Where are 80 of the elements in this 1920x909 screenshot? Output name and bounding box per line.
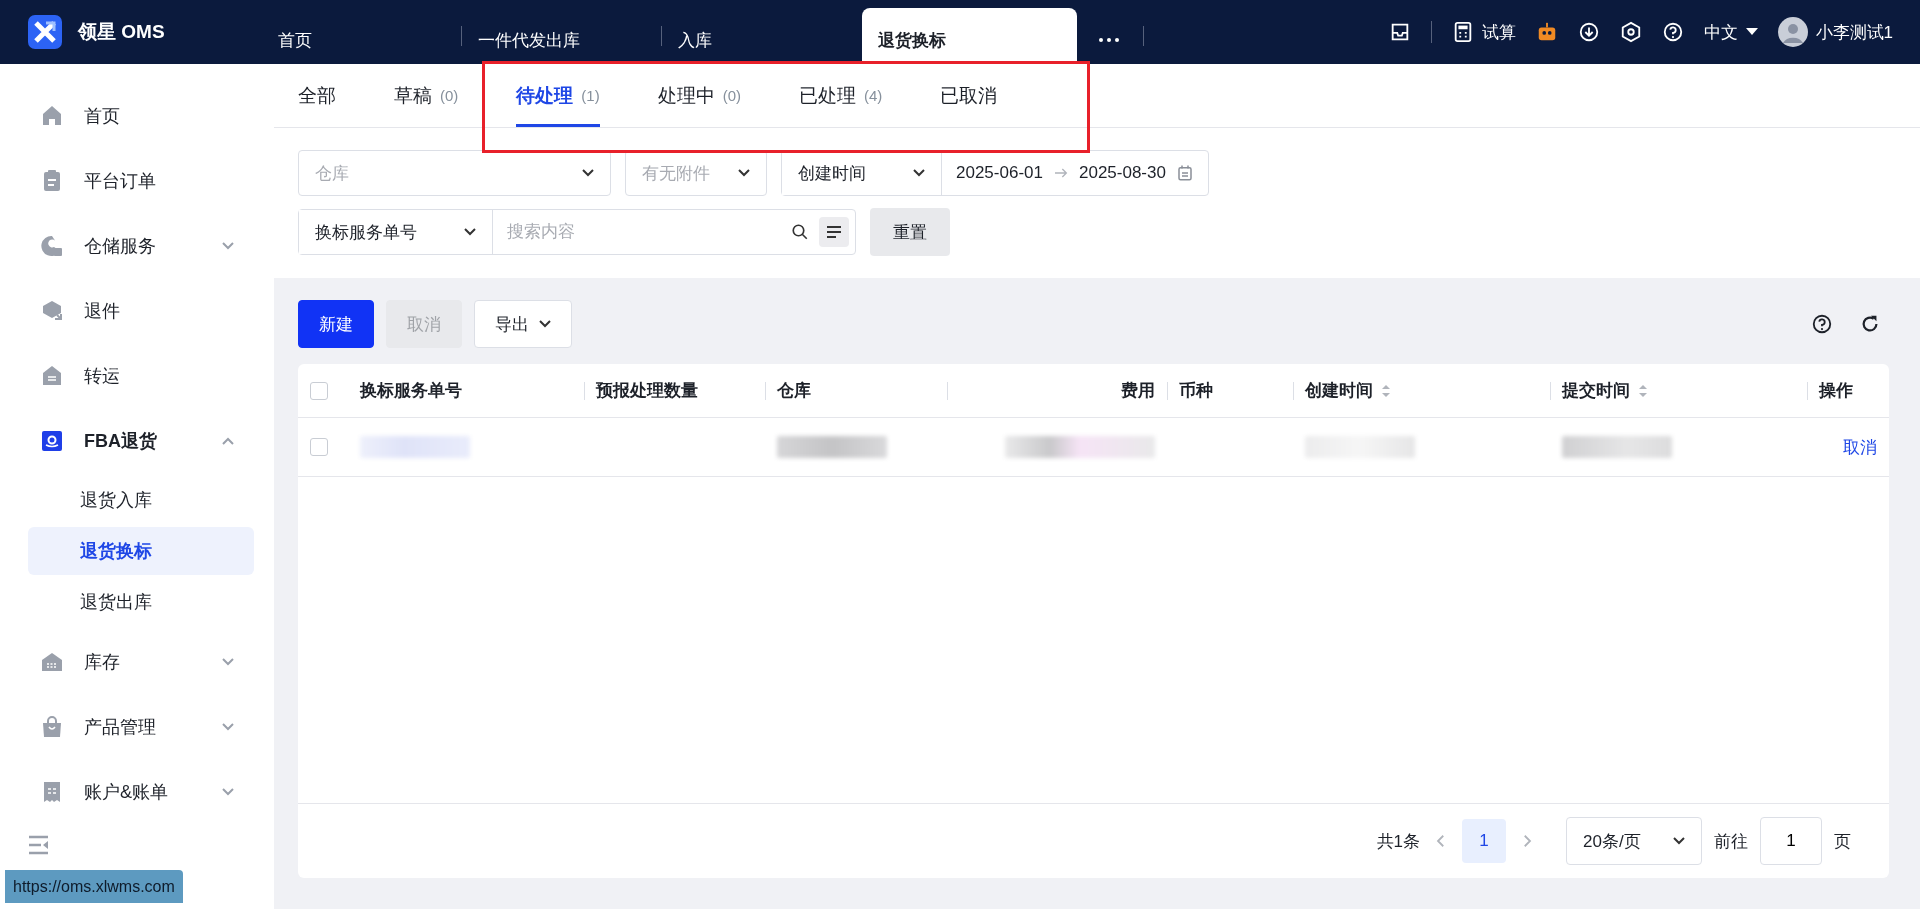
search-field[interactable]: 搜索内容 bbox=[493, 222, 781, 242]
status-url: https://oms.xlwms.com bbox=[5, 870, 183, 903]
export-button[interactable]: 导出 bbox=[474, 300, 572, 348]
sidebar-item[interactable]: 库存 bbox=[0, 629, 274, 694]
home-icon bbox=[40, 103, 64, 128]
help-icon bbox=[1811, 313, 1833, 335]
column-header: 换标服务单号 bbox=[360, 380, 462, 402]
more-icon[interactable] bbox=[1099, 38, 1119, 42]
column-header: 预报处理数量 bbox=[596, 380, 698, 402]
status-tab[interactable]: 已处理 (4) bbox=[799, 67, 883, 127]
sidebar-item[interactable]: 仓储服务 bbox=[0, 213, 274, 278]
sort-icon[interactable] bbox=[1381, 383, 1391, 398]
chevron-icon bbox=[222, 787, 234, 796]
sidebar-item[interactable]: FBA退货 bbox=[0, 408, 274, 473]
app-name: 领星 OMS bbox=[78, 20, 165, 44]
collapse-menu-icon[interactable] bbox=[28, 835, 50, 855]
search-type-select[interactable]: 换标服务单号 bbox=[299, 210, 493, 254]
goto-label: 前往 bbox=[1714, 830, 1748, 853]
start-date[interactable]: 2025-06-01 bbox=[956, 163, 1043, 183]
column-header: 操作 bbox=[1819, 380, 1853, 402]
list-icon[interactable] bbox=[819, 217, 849, 247]
top-tab[interactable]: 入库 bbox=[662, 8, 862, 64]
chevron-icon bbox=[222, 657, 234, 666]
column-header: 创建时间 bbox=[1305, 379, 1391, 402]
avatar-icon bbox=[1777, 17, 1808, 47]
sidebar-item[interactable]: 产品管理 bbox=[0, 694, 274, 759]
cancel-link[interactable]: 取消 bbox=[1843, 435, 1877, 459]
page-input[interactable]: 1 bbox=[1760, 817, 1822, 865]
sidebar-item[interactable]: 退件 bbox=[0, 278, 274, 343]
sidebar-item[interactable]: 平台订单 bbox=[0, 148, 274, 213]
status-tab[interactable]: 处理中 (0) bbox=[657, 67, 742, 127]
caret-icon bbox=[1745, 28, 1758, 36]
chevron-icon bbox=[464, 228, 476, 236]
column-header: 提交时间 bbox=[1562, 379, 1648, 402]
sidebar-subitem[interactable]: 退货换标 bbox=[28, 527, 254, 575]
top-tab[interactable]: 一件代发出库 bbox=[462, 8, 662, 64]
page-button[interactable]: 1 bbox=[1462, 819, 1506, 863]
reset-button[interactable]: 重置 bbox=[870, 208, 950, 256]
sidebar-item[interactable]: 首页 bbox=[0, 83, 274, 148]
row-checkbox[interactable] bbox=[310, 438, 328, 456]
chevron-icon bbox=[738, 169, 750, 177]
shopping-bag-icon bbox=[40, 714, 64, 739]
new-button[interactable]: 新建 bbox=[298, 300, 374, 348]
chevron-icon bbox=[539, 320, 551, 328]
top-tab[interactable]: 首页 bbox=[262, 8, 462, 64]
user-menu[interactable]: 小李测试1 bbox=[1777, 17, 1893, 47]
sidebar-subitem[interactable]: 退货出库 bbox=[28, 578, 254, 626]
calendar-icon bbox=[1175, 164, 1194, 182]
calculator-button[interactable]: 试算 bbox=[1451, 20, 1516, 44]
status-tab[interactable]: 已取消 bbox=[940, 67, 998, 127]
date-type-select[interactable]: 创建时间 bbox=[782, 151, 942, 195]
settings-icon bbox=[1619, 21, 1642, 43]
chevron-icon bbox=[1673, 837, 1685, 845]
sidebar-item[interactable]: 账户&账单 bbox=[0, 759, 274, 824]
chevron-icon bbox=[222, 241, 234, 250]
chevron-icon bbox=[222, 436, 234, 445]
chevron-icon bbox=[582, 169, 594, 177]
select-all-checkbox[interactable] bbox=[310, 381, 328, 400]
transfer-icon bbox=[40, 363, 64, 388]
download-icon bbox=[1577, 21, 1600, 43]
top-tab[interactable]: 退货换标 bbox=[862, 8, 1077, 64]
chevron-icon bbox=[222, 722, 234, 731]
column-header: 费用 bbox=[1121, 380, 1155, 402]
column-header: 仓库 bbox=[777, 380, 811, 402]
page-size-select[interactable]: 20条/页 bbox=[1566, 817, 1702, 865]
end-date[interactable]: 2025-08-30 bbox=[1078, 163, 1166, 183]
sidebar-subitem[interactable]: 退货入库 bbox=[28, 476, 254, 524]
sidebar-item[interactable]: 转运 bbox=[0, 343, 274, 408]
search-icon bbox=[791, 223, 809, 241]
sort-icon[interactable] bbox=[1638, 383, 1648, 398]
logo-icon bbox=[28, 15, 62, 49]
chevron-icon bbox=[913, 169, 925, 177]
total-count: 共1条 bbox=[1376, 830, 1420, 853]
page-unit: 页 bbox=[1834, 830, 1851, 853]
column-header: 币种 bbox=[1179, 380, 1213, 402]
language-select[interactable]: 中文 bbox=[1703, 20, 1758, 44]
help-icon bbox=[1661, 21, 1684, 43]
status-tab[interactable]: 全部 bbox=[298, 67, 336, 127]
box-return-icon bbox=[40, 298, 64, 323]
status-tab[interactable]: 草稿 (0) bbox=[394, 67, 459, 127]
